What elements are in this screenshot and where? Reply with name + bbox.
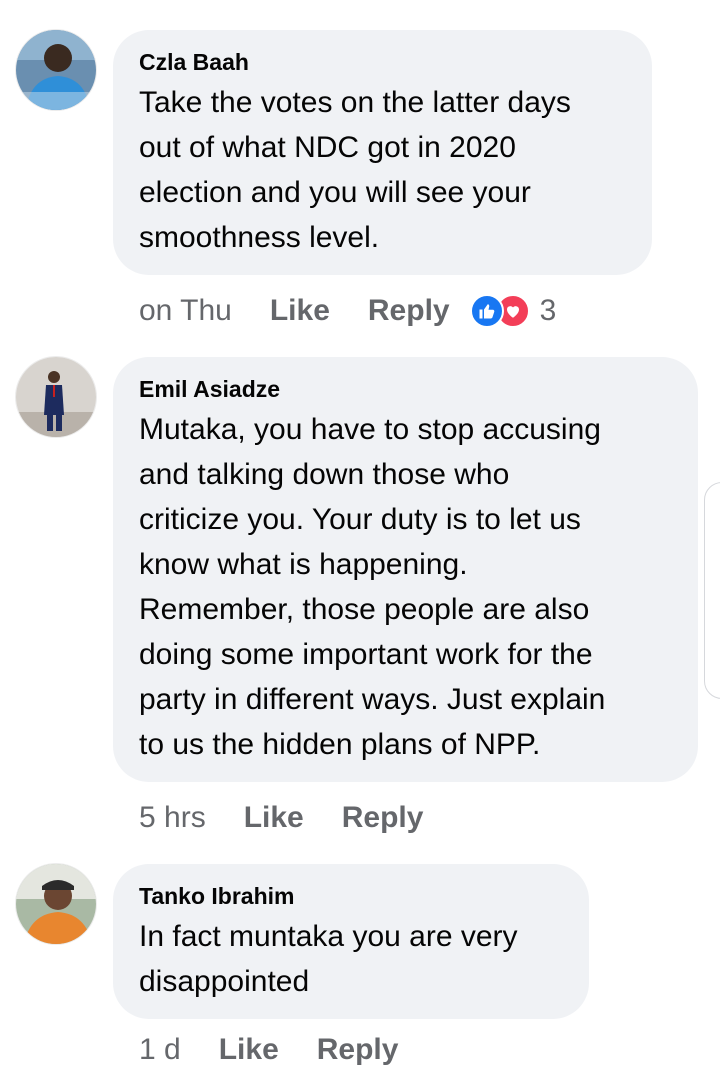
comment-actions: 5 hrs Like Reply [139, 798, 461, 838]
reaction-count: 3 [539, 294, 557, 327]
like-button[interactable]: Like [270, 294, 330, 328]
comment-actions: on Thu Like Reply 3 [139, 291, 556, 331]
reactions-summary[interactable]: 3 [469, 294, 557, 328]
reply-button[interactable]: Reply [317, 1033, 399, 1067]
comment-author[interactable]: Emil Asiadze [139, 375, 672, 403]
avatar-photo-czla-baah [16, 30, 96, 110]
like-button[interactable]: Like [219, 1033, 279, 1067]
reply-button[interactable]: Reply [368, 294, 450, 328]
comment-time[interactable]: 1 d [139, 1033, 181, 1067]
comment-bubble: Czla Baah Take the votes on the latter d… [113, 30, 652, 275]
comment-author[interactable]: Czla Baah [139, 48, 626, 76]
avatar-photo-tanko-ibrahim [16, 864, 96, 944]
comment-bubble: Tanko Ibrahim In fact muntaka you are ve… [113, 864, 589, 1019]
reply-button[interactable]: Reply [342, 801, 424, 835]
right-edge-panel [704, 482, 720, 699]
comment-actions: 1 d Like Reply [139, 1030, 436, 1070]
comment-time[interactable]: on Thu [139, 294, 232, 328]
comment-text: Take the votes on the latter days out of… [139, 86, 571, 254]
comment-time[interactable]: 5 hrs [139, 801, 206, 835]
avatar[interactable] [16, 30, 96, 110]
comment-author[interactable]: Tanko Ibrahim [139, 882, 563, 910]
avatar[interactable] [16, 864, 96, 944]
comment-bubble: Emil Asiadze Mutaka, you have to stop ac… [113, 357, 698, 782]
avatar[interactable] [16, 357, 96, 437]
avatar-photo-emil-asiadze [16, 357, 96, 437]
like-icon [469, 294, 504, 328]
comment-text: In fact muntaka you are very disappointe… [139, 920, 518, 998]
like-button[interactable]: Like [244, 801, 304, 835]
comment-text: Mutaka, you have to stop accusing and ta… [139, 413, 606, 761]
